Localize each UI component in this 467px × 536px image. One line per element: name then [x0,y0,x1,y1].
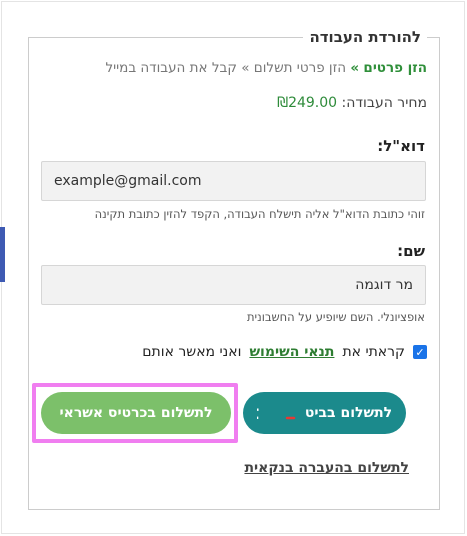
terms-row: ✓ קראתי את תנאי השימוש ואני מאשר אותם [142,344,427,360]
bit-logo-icon: bit [257,401,297,425]
email-label: דוא"ל: [377,137,425,155]
name-label: שם: [397,242,425,260]
terms-link[interactable]: תנאי השימוש [249,344,334,360]
pay-by-bit-label: לתשלום בביט [304,405,393,421]
email-hint: זוהי כתובת הדוא"ל אליה תישלח העבודה, הקפ… [94,207,425,221]
bank-transfer-link[interactable]: לתשלום בהעברה בנקאית [244,460,409,476]
form-legend: להורדת העבודה [309,28,421,46]
name-hint: אופציונלי. השם שיופיע על החשבונית [246,310,425,324]
breadcrumb-step-receive: קבל את העבודה במייל [105,60,237,76]
breadcrumb-step-details: הזן פרטים [363,60,427,76]
terms-checkbox[interactable]: ✓ [413,345,427,359]
terms-suffix: ואני מאשר אותם [142,344,242,360]
pay-by-bit-button[interactable]: לתשלום בביט bit [243,392,406,434]
price-label: מחיר העבודה: [341,95,427,111]
breadcrumb-step-payment: הזן פרטי תשלום [253,60,347,76]
price-row: מחיר העבודה: ₪249.00 [277,95,427,111]
svg-text:bit: bit [257,402,259,424]
price-value: ₪249.00 [277,95,338,111]
email-field[interactable] [41,161,426,201]
check-icon: ✓ [415,345,425,359]
breadcrumb-separator: » [350,60,360,76]
name-field[interactable] [41,265,426,305]
breadcrumb: הזן פרטים » הזן פרטי תשלום » קבל את העבו… [105,60,427,76]
pay-by-card-button[interactable]: לתשלום בכרטיס אשראי [41,392,231,434]
terms-prefix: קראתי את [342,344,405,360]
breadcrumb-separator: » [241,60,250,76]
side-accent-bar [0,227,5,282]
